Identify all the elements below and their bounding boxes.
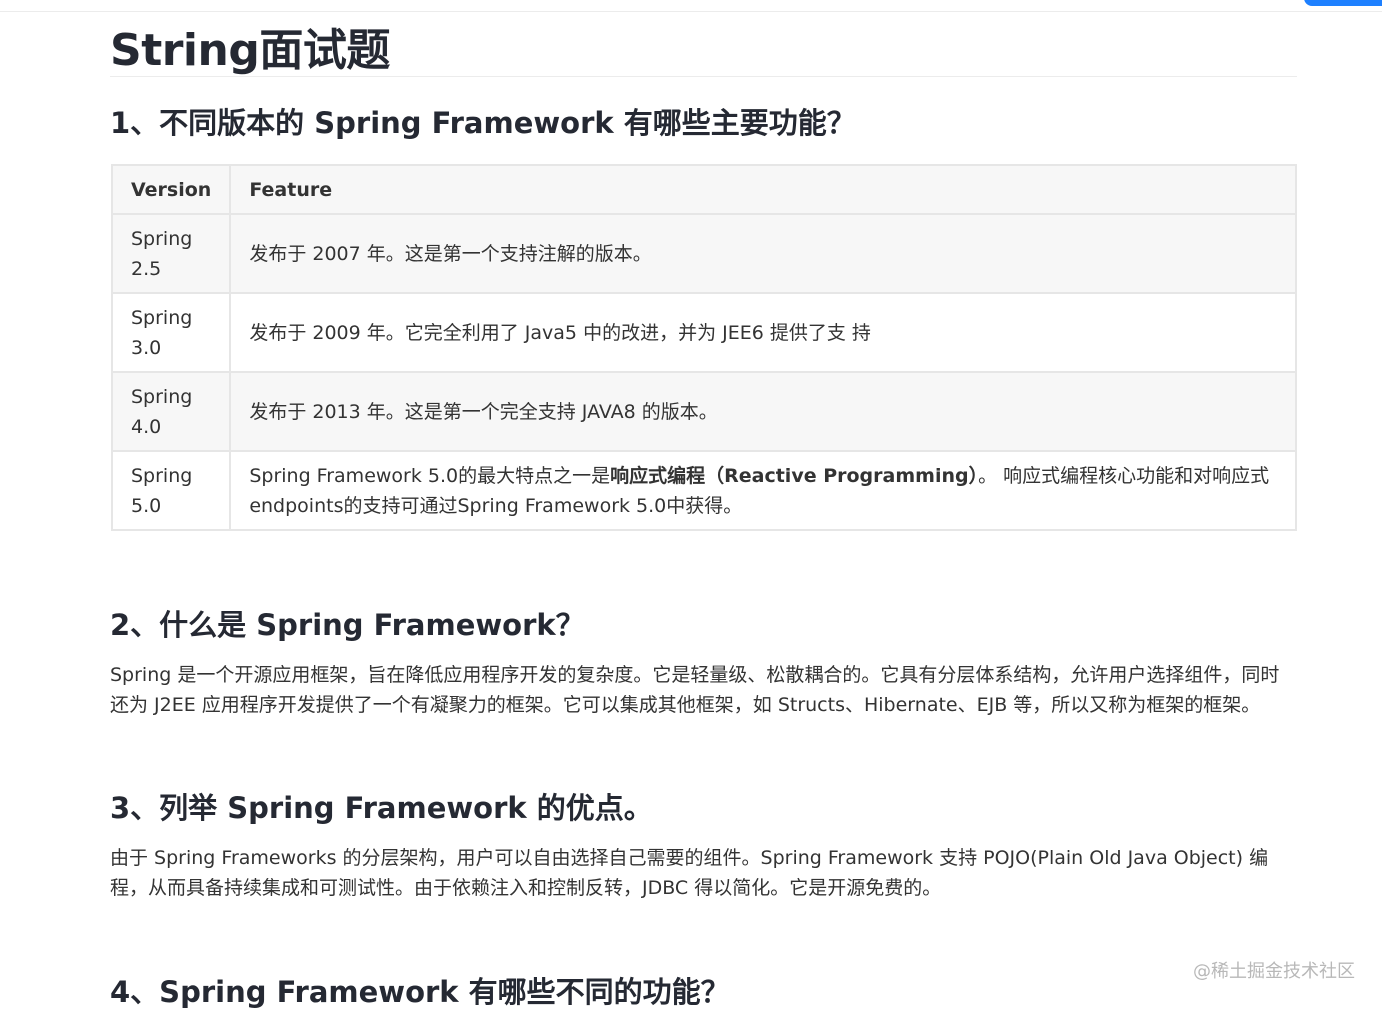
section-heading-2: 2、什么是 Spring Framework？: [110, 608, 585, 642]
table-row: Spring 2.5 发布于 2007 年。这是第一个支持注解的版本。: [110, 213, 1297, 294]
top-action-button[interactable]: [1304, 0, 1382, 6]
table-row: Spring 3.0 发布于 2009 年。它完全利用了 Java5 中的改进，…: [110, 292, 1297, 373]
feature-cell: 发布于 2007 年。这是第一个支持注解的版本。: [229, 213, 1297, 294]
version-feature-table: Version Feature Spring 2.5 发布于 2007 年。这是…: [110, 164, 1297, 531]
version-cell: Spring 2.5: [110, 213, 232, 294]
section-heading-1: 1、不同版本的 Spring Framework 有哪些主要功能？: [110, 106, 856, 140]
table-row: Spring 5.0 Spring Framework 5.0的最大特点之一是响…: [110, 450, 1297, 531]
version-cell: Spring 3.0: [110, 292, 232, 373]
feature-cell: 发布于 2009 年。它完全利用了 Java5 中的改进，并为 JEE6 提供了…: [229, 292, 1297, 373]
table-header-row: Version Feature: [110, 164, 1297, 215]
watermark: @稀土掘金技术社区: [1193, 961, 1355, 982]
feature-cell: 发布于 2013 年。这是第一个完全支持 JAVA8 的版本。: [229, 371, 1297, 452]
section-heading-3: 3、列举 Spring Framework 的优点。: [110, 791, 653, 825]
page-title: String面试题: [110, 25, 390, 76]
table-row: Spring 4.0 发布于 2013 年。这是第一个完全支持 JAVA8 的版…: [110, 371, 1297, 452]
version-cell: Spring 5.0: [110, 450, 232, 531]
title-divider: [110, 76, 1297, 77]
version-cell: Spring 4.0: [110, 371, 232, 452]
table-header-version: Version: [110, 164, 232, 215]
feature-text: Spring Framework 5.0的最大特点之一是: [249, 464, 611, 487]
feature-cell: Spring Framework 5.0的最大特点之一是响应式编程（Reacti…: [229, 450, 1297, 531]
feature-bold-text: 响应式编程（Reactive Programming）: [610, 464, 979, 487]
section-paragraph-3: 由于 Spring Frameworks 的分层架构，用户可以自由选择自己需要的…: [110, 847, 1269, 899]
table-header-feature: Feature: [229, 164, 1297, 215]
section-paragraph-2: Spring 是一个开源应用框架，旨在降低应用程序开发的复杂度。它是轻量级、松散…: [110, 664, 1280, 716]
top-bar: [0, 0, 1382, 12]
